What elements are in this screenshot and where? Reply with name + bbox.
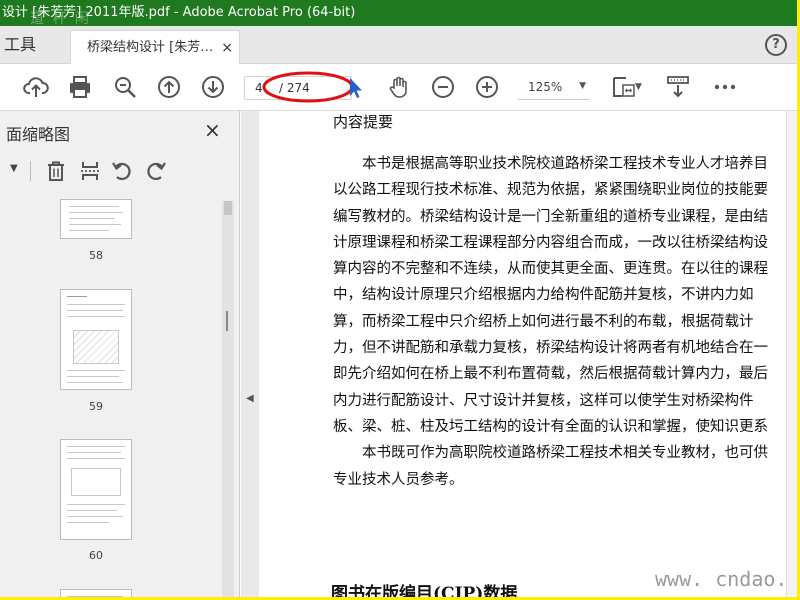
zoom-level-dropdown[interactable]: 125% ▼ [518,76,590,100]
thumbnail-page-number: 58 [89,249,103,262]
rotate-left-icon[interactable] [110,159,134,183]
site-watermark: www. cndao. com [655,567,797,591]
thumbnail-scrollbar-thumb[interactable] [224,201,232,215]
scroll-mode-icon[interactable] [665,74,691,100]
zoom-out-icon[interactable] [430,74,456,100]
text-line: 计原理课程和桥梁工程课程部分内容组合而成，一改以往桥梁结构设 [333,234,768,251]
collapse-left-icon[interactable]: ◀ [246,393,254,404]
panel-toolbar: ▼ [0,149,230,193]
rotate-right-icon[interactable] [144,159,168,183]
text-line: 专业技术人员参考。 [333,471,464,488]
hand-tool-icon[interactable] [386,74,412,100]
select-cursor-icon[interactable] [341,74,367,100]
print-icon[interactable] [67,74,93,100]
page-thumbnail[interactable] [60,589,132,597]
more-options-icon[interactable] [712,74,738,100]
page-thumbnails-panel: 面缩略图 × ▼ 58 59 60 [0,111,240,597]
thumbnail-list: 58 59 60 [0,199,222,597]
tab-document[interactable]: 桥梁结构设计 [朱芳… × [70,30,240,64]
text-line: 本书既可作为高职院校道路桥梁工程技术相关专业教材，也可供 [362,445,768,462]
text-line: 即先介绍如何在桥上最不利布置荷载，然后根据荷载计算内力，最后 [333,366,768,383]
close-panel-icon[interactable]: × [204,118,221,142]
panel-resize-handle[interactable] [226,311,228,331]
tab-document-label: 桥梁结构设计 [朱芳… [87,40,214,55]
chevron-down-icon: ▼ [579,81,586,91]
thumbnail-scrollbar[interactable] [222,201,234,597]
document-view[interactable]: 内容提要 本书是根据高等职业技术院校道路桥梁工程技术专业人才培养目 以公路工程现… [259,111,797,597]
previous-page-icon[interactable] [156,74,182,100]
document-body-text: 本书是根据高等职业技术院校道路桥梁工程技术专业人才培养目 以公路工程现行技术标准… [333,151,797,493]
text-line: 以公路工程现行技术标准、规范为依据，紧紧围绕职业岗位的技能要 [333,182,768,199]
page-thumbnail[interactable] [60,199,132,239]
panel-title: 面缩略图 [6,125,71,144]
section-heading: 内容提要 [333,113,394,131]
acrobat-window: 设计 [朱芳芳] 2011年版.pdf - Adobe Acrobat Pro … [0,0,797,597]
text-line: 编写教材的。桥梁结构设计是一门全新重组的道桥专业课程，是由结 [333,208,768,225]
main-toolbar: 4 / 274 125% ▼ ▼ [0,64,797,111]
zoom-in-icon[interactable] [474,74,500,100]
document-scrollbar[interactable] [786,111,797,597]
zoom-level-value: 125% [528,80,563,94]
text-line: 板、梁、桩、柱及圬工结构的设计有全面的认识和掌握，使知识更系 [333,418,768,435]
thumbnail-page-number: 59 [89,400,103,413]
tab-tools[interactable]: 工具 [4,26,36,64]
cloud-upload-icon[interactable] [23,74,49,100]
text-line: 本书是根据高等职业技术院校道路桥梁工程技术专业人才培养目 [362,156,768,172]
text-line: 内力进行配筋设计、尺寸设计并复核，这样可以使学生对桥梁构件 [333,392,754,409]
extract-page-icon[interactable] [78,159,102,183]
text-line: 力，但不讲配筋和承载力复核，桥梁结构设计将两者有机地结合在一 [333,340,768,357]
next-page-icon[interactable] [200,74,226,100]
page-fit-icon[interactable] [610,74,636,100]
help-icon[interactable]: ? [765,34,787,56]
page-thumbnail[interactable] [60,289,132,390]
chevron-down-icon[interactable]: ▼ [635,82,642,92]
cip-heading: 图书在版编目(CIP)数据 [331,584,518,597]
page-thumbnail[interactable] [60,439,132,540]
chevron-down-icon[interactable]: ▼ [10,163,18,174]
zoom-search-icon[interactable] [112,74,138,100]
tab-bar: 工具 桥梁结构设计 [朱芳… × ? [0,26,797,64]
close-tab-icon[interactable]: × [221,31,233,65]
thumbnail-page-number: 60 [89,549,103,562]
text-line: 算内容的不完整和不连续，从而使其更全面、更连贯。在以往的课程 [333,261,768,278]
window-title-bar: 设计 [朱芳芳] 2011年版.pdf - Adobe Acrobat Pro … [0,0,797,27]
text-line: 算，而桥梁工程中只介绍桥上如何进行最不利的布载，根据荷载计 [333,313,754,330]
delete-page-icon[interactable] [44,159,68,183]
panel-divider [30,161,31,181]
panel-collapse-strip[interactable]: ◀ [241,111,259,597]
text-line: 中，结构设计原理只介绍根据内力给构件配筋并复核，不讲内力如 [333,287,754,304]
